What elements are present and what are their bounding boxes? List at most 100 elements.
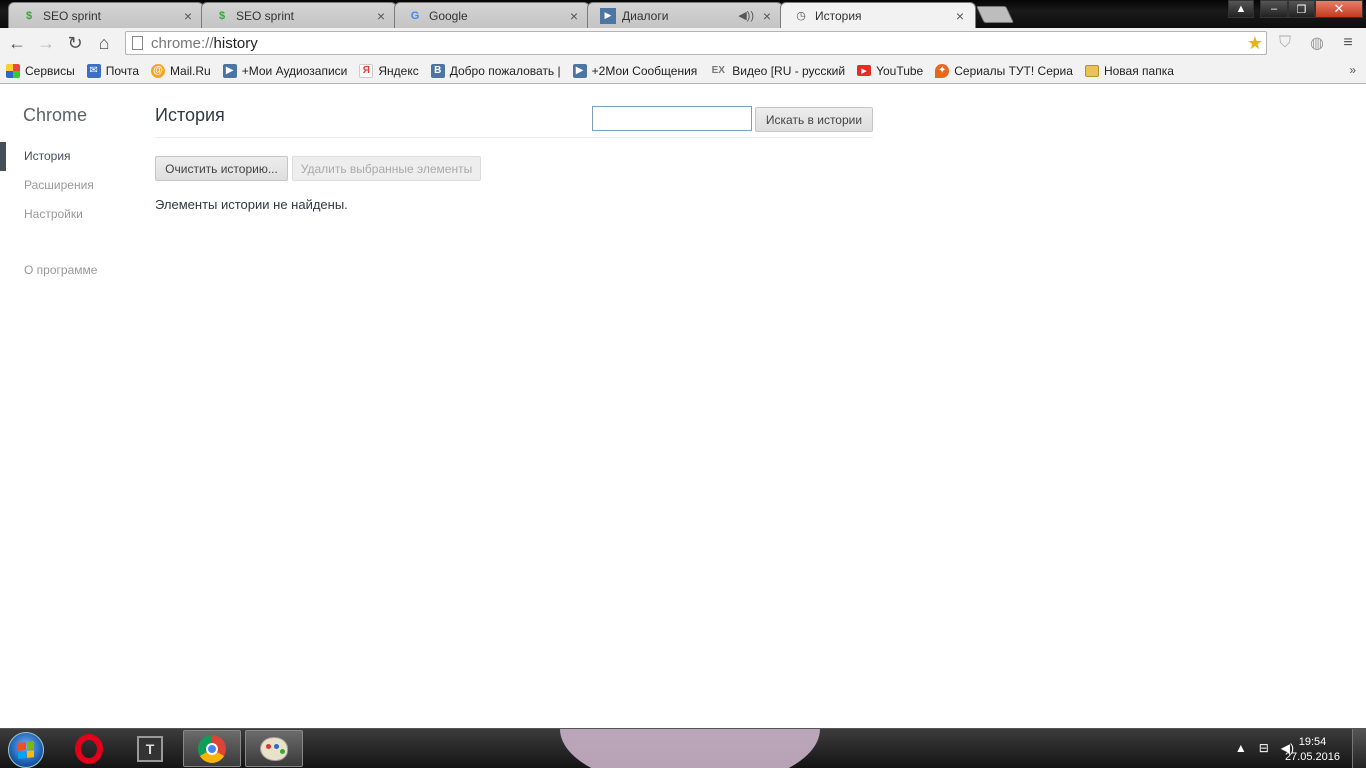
show-desktop-button[interactable] [1352, 729, 1366, 768]
shield-icon[interactable]: ⛉ [1273, 32, 1297, 54]
taskbar: T ▲ ⊟ ◀) 19:54 27.05.2016 [0, 728, 1366, 768]
apps-icon [6, 63, 20, 78]
reload-icon[interactable]: ↻ [63, 32, 87, 54]
mail-icon: ✉ [86, 63, 101, 78]
bookmark-label: Почта [105, 63, 140, 78]
google-icon: G [410, 9, 420, 22]
folder-icon [1084, 64, 1099, 77]
toolbar: ← → ↻ ⌂ chrome://history ★ ⛉ ◍ ≡ [0, 28, 1366, 58]
bookmark-ex-video[interactable]: EX Видео [RU - русский [709, 64, 845, 78]
network-icon[interactable]: ⊟ [1259, 741, 1269, 755]
bookmark-label: Сериалы ТУТ! Сериа [954, 63, 1073, 78]
history-icon: ◷ [796, 10, 806, 22]
youtube-icon: ▶ [857, 65, 872, 76]
url-path: history [213, 34, 258, 52]
tab-title: SEO sprint [236, 8, 295, 23]
show-hidden-icons-icon[interactable]: ▲ [1235, 741, 1247, 755]
restore-button[interactable]: ❐ [1288, 0, 1315, 18]
search-history-button[interactable]: Искать в истории [755, 107, 873, 132]
bookmark-mail[interactable]: ✉ Почта [86, 63, 140, 78]
tab-dialogs[interactable]: ▶ Диалоги ◀)) × [587, 2, 783, 28]
world-of-tanks-icon: T [137, 735, 163, 762]
speaker-icon[interactable]: ◀)) [738, 9, 754, 22]
back-icon[interactable]: ← [5, 32, 29, 54]
empty-message: Элементы истории не найдены. [155, 197, 348, 212]
wallpaper-glow [560, 729, 820, 768]
omnibox[interactable]: chrome://history ★ [125, 31, 1267, 55]
close-icon[interactable]: × [953, 8, 967, 24]
bookmark-folder[interactable]: Новая папка [1084, 63, 1174, 78]
bookmark-label: Новая папка [1103, 63, 1174, 78]
bookmark-audio[interactable]: ▶ +Мои Аудиозаписи [222, 63, 348, 78]
close-icon[interactable]: × [567, 8, 581, 24]
sidebar-title: Chrome [23, 105, 88, 125]
user-icon[interactable]: ▲ [1228, 0, 1254, 18]
bookmark-yandex[interactable]: Я Яндекс [359, 63, 419, 78]
bookmark-mailru[interactable]: @ Mail.Ru [151, 63, 211, 78]
bookmark-label: YouTube [876, 63, 924, 78]
sidebar-item-about[interactable]: О программе [24, 263, 97, 277]
clock-time: 19:54 [1298, 736, 1327, 748]
taskbar-paint[interactable] [245, 730, 303, 767]
tab-title: Диалоги [622, 8, 669, 23]
sidebar-item-extensions[interactable]: Расширения [0, 171, 94, 200]
tab-title: История [815, 8, 862, 23]
close-icon[interactable]: × [374, 8, 388, 24]
vk-icon: B [430, 63, 445, 78]
page-title: История [155, 105, 225, 125]
tab-google[interactable]: G Google × [394, 2, 590, 28]
sidebar-item-history[interactable]: История [0, 142, 94, 171]
bookmark-label: Яндекс [378, 63, 419, 78]
start-button[interactable] [8, 732, 44, 768]
chrome-icon [198, 734, 226, 763]
vk-play-icon: ▶ [222, 63, 237, 78]
bookmark-label: Mail.Ru [170, 63, 211, 78]
taskbar-world-of-tanks[interactable]: T [121, 730, 179, 767]
clock-date: 27.05.2016 [1284, 751, 1340, 763]
bookmark-messages[interactable]: ▶ +2Мои Сообщения [572, 63, 697, 78]
taskbar-opera[interactable] [60, 730, 118, 767]
tab-seo-sprint-1[interactable]: $ SEO sprint × [8, 2, 204, 28]
opera-icon [75, 733, 103, 764]
close-icon[interactable]: × [760, 8, 774, 24]
tab-strip: $ SEO sprint × $ SEO sprint × G Google ×… [0, 0, 1366, 28]
bookmark-services[interactable]: Сервисы [6, 63, 75, 78]
seosprint-icon: $ [25, 9, 33, 22]
chevron-right-icon[interactable]: » [1349, 63, 1356, 77]
bookmark-label: Видео [RU - русский [732, 63, 846, 78]
windows-logo-icon [18, 741, 34, 759]
yandex-icon: Я [359, 63, 374, 78]
clock[interactable]: 19:54 27.05.2016 [1285, 735, 1340, 765]
bookmark-vk-welcome[interactable]: B Добро пожаловать | [430, 63, 561, 78]
bookmark-serials[interactable]: ✦ Сериалы ТУТ! Сериа [935, 63, 1073, 78]
seosprint-icon: $ [218, 9, 226, 22]
search-input[interactable] [592, 106, 752, 131]
url-scheme: chrome:// [151, 34, 214, 52]
paint-icon [260, 736, 288, 761]
clear-history-button[interactable]: Очистить историю... [155, 156, 288, 181]
forward-icon[interactable]: → [34, 32, 58, 54]
tab-title: Google [429, 8, 468, 23]
taskbar-chrome[interactable] [183, 730, 241, 767]
vk-video-icon: ▶ [600, 7, 616, 24]
vk-play-icon: ▶ [572, 63, 587, 78]
fox-icon: ✦ [935, 63, 950, 78]
tab-seo-sprint-2[interactable]: $ SEO sprint × [201, 2, 397, 28]
close-window-button[interactable]: ✕ [1315, 0, 1363, 18]
bookmark-label: Добро пожаловать | [449, 63, 561, 78]
minimize-button[interactable]: – [1260, 0, 1288, 18]
tab-history[interactable]: ◷ История × [780, 2, 976, 28]
delete-selected-button[interactable]: Удалить выбранные элементы [292, 156, 481, 181]
menu-icon[interactable]: ≡ [1336, 32, 1360, 54]
new-tab-button[interactable] [976, 6, 1014, 23]
home-icon[interactable]: ⌂ [92, 32, 116, 54]
bookmark-label: +Мои Аудиозаписи [241, 63, 348, 78]
sidebar-item-settings[interactable]: Настройки [0, 200, 94, 229]
close-icon[interactable]: × [181, 8, 195, 24]
bookmark-star-icon[interactable]: ★ [1247, 33, 1263, 54]
tab-title: SEO sprint [43, 8, 102, 23]
bookmark-youtube[interactable]: ▶ YouTube [857, 64, 923, 78]
divider [155, 137, 873, 138]
globe-icon[interactable]: ◍ [1305, 32, 1329, 54]
page-icon [132, 36, 143, 50]
